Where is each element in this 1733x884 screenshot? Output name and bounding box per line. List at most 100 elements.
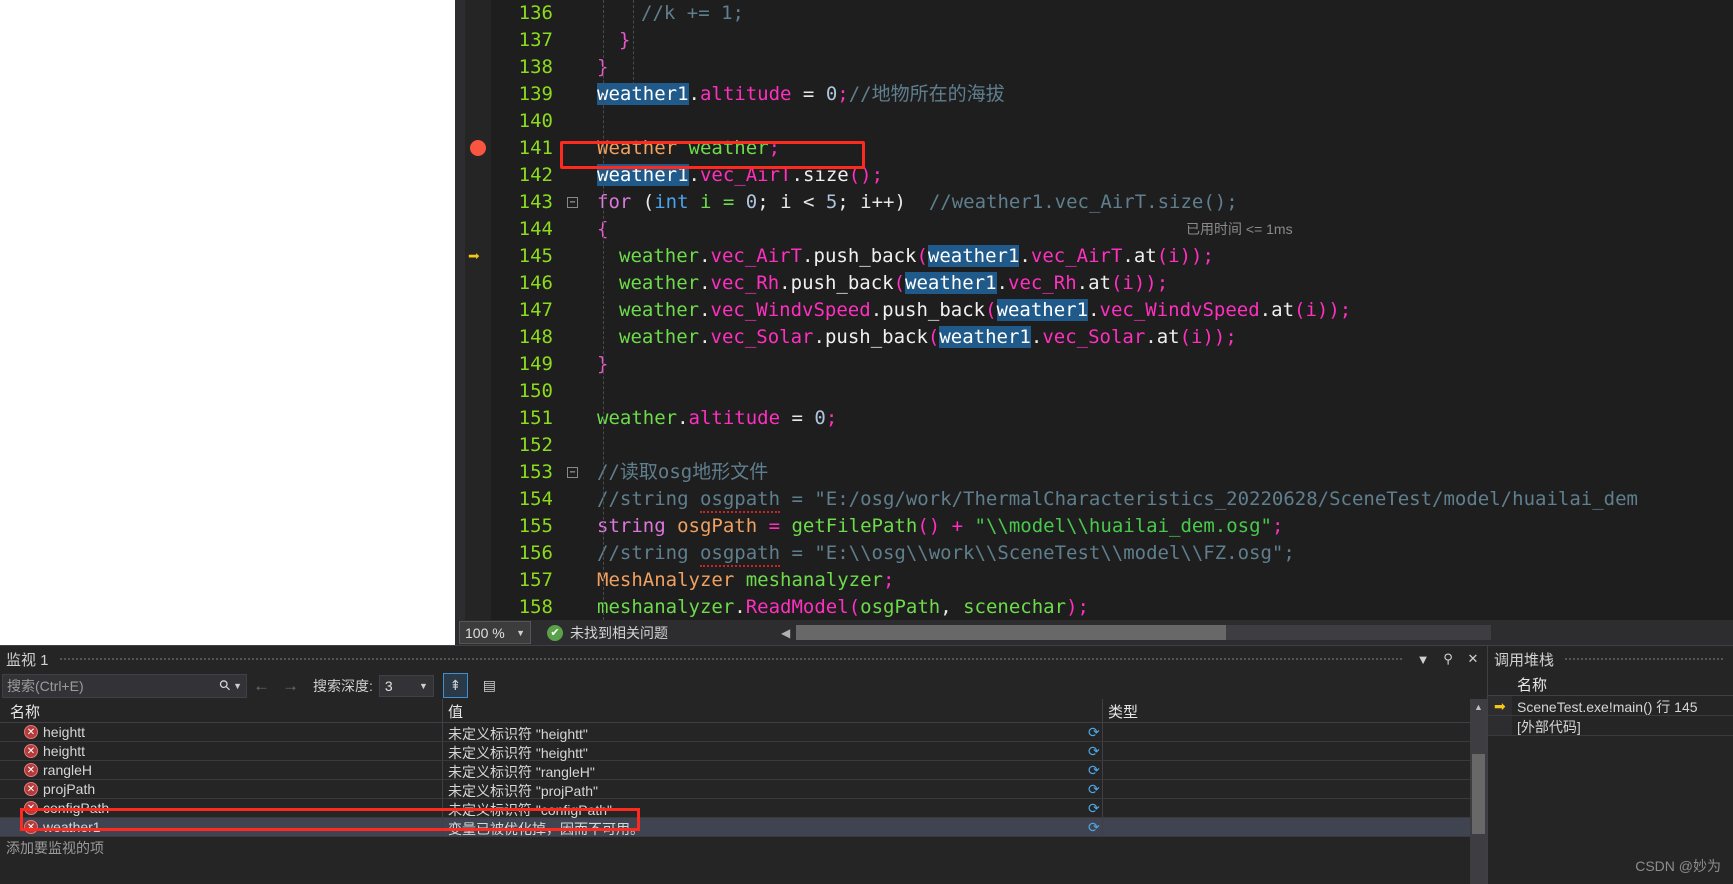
- vscroll-thumb[interactable]: [1472, 754, 1485, 834]
- filter-pin-icon[interactable]: ⇞: [442, 673, 468, 698]
- code-lines-container[interactable]: 136 //k += 1; 137} 138} 139 weather1.altitude…: [455, 0, 1733, 620]
- code-line[interactable]: 152: [455, 432, 1733, 459]
- refresh-icon[interactable]: ⟳: [1088, 724, 1100, 741]
- watch-row-value[interactable]: 未定义标识符 "heightt": [448, 724, 588, 744]
- code-line[interactable]: ➡ 145 weather.vec_AirT.push_back(weather1.…: [455, 243, 1733, 270]
- arrow-left-icon[interactable]: ←: [253, 676, 270, 696]
- zoom-level-dropdown[interactable]: 100 % ▼: [459, 621, 531, 644]
- code-line[interactable]: 150: [455, 378, 1733, 405]
- column-header-value[interactable]: 值: [448, 701, 463, 722]
- refresh-icon[interactable]: ⟳: [1088, 800, 1100, 817]
- watch-row-value[interactable]: 未定义标识符 "rangleH": [448, 762, 595, 782]
- hscroll-track[interactable]: [796, 625, 1491, 640]
- problems-status-text: 未找到相关问题: [570, 624, 668, 641]
- watch-row-value[interactable]: 变量已被优化掉，因而不可用。: [448, 819, 644, 839]
- refresh-icon[interactable]: ⟳: [1088, 819, 1100, 836]
- line-number: 136: [518, 2, 553, 24]
- editor-horizontal-scrollbar[interactable]: ◀: [781, 624, 1491, 641]
- chevron-down-icon[interactable]: ▼: [1412, 648, 1434, 670]
- code-line[interactable]: 146 weather.vec_Rh.push_back(weather1.vec…: [455, 270, 1733, 297]
- watch-rows-container[interactable]: ✕ heightt 未定义标识符 "heightt" ⟳ ✕ heightt 未定义标识符 …: [0, 723, 1487, 837]
- code-line[interactable]: 156 //string osgpath = "E:\\osg\\work\\Sc…: [455, 540, 1733, 567]
- watch-row-name: ✕ projPath: [24, 781, 95, 797]
- watch-row-value[interactable]: 未定义标识符 "heightt": [448, 743, 588, 763]
- code-line[interactable]: 147 weather.vec_WindvSpeed.push_back(weat…: [455, 297, 1733, 324]
- collapse-toggle-icon[interactable]: −: [567, 467, 578, 478]
- refresh-icon[interactable]: ⟳: [1088, 781, 1100, 798]
- code-line[interactable]: 136 //k += 1;: [455, 0, 1733, 27]
- line-code-text: weather.vec_AirT.push_back(weather1.vec_…: [619, 245, 1214, 267]
- watch-row[interactable]: ✕ rangleH 未定义标识符 "rangleH" ⟳: [0, 761, 1487, 780]
- code-line[interactable]: 148 weather.vec_Solar.push_back(weather1.…: [455, 324, 1733, 351]
- line-number: 150: [518, 380, 553, 402]
- line-code-text: //k += 1;: [641, 2, 744, 24]
- column-header-type[interactable]: 类型: [1108, 701, 1138, 722]
- line-number: 143: [518, 191, 553, 213]
- line-code-text: meshanalyzer.ReadModel(osgPath, scenecha…: [597, 596, 1089, 618]
- code-line[interactable]: 154 //string osgpath = "E:/osg/work/Therm…: [455, 486, 1733, 513]
- code-line[interactable]: 149}: [455, 351, 1733, 378]
- scroll-up-icon[interactable]: ▲: [1470, 699, 1487, 716]
- watch-row[interactable]: ✕ weather1 变量已被优化掉，因而不可用。 ⟳: [0, 818, 1487, 837]
- watch-panel-title-bar: 监视 1 ▼ ⚲ ✕: [0, 646, 1487, 672]
- chevron-down-icon[interactable]: ▼: [233, 681, 242, 691]
- close-icon[interactable]: ✕: [1462, 648, 1484, 670]
- refresh-icon[interactable]: ⟳: [1088, 762, 1100, 779]
- code-line[interactable]: 158 meshanalyzer.ReadModel(osgPath, scene…: [455, 594, 1733, 620]
- code-line[interactable]: − 153 //读取osg地形文件: [455, 459, 1733, 486]
- line-number: 142: [518, 164, 553, 186]
- line-number: 147: [518, 299, 553, 321]
- pin-icon[interactable]: ⚲: [1437, 648, 1459, 670]
- collapse-toggle-icon[interactable]: −: [567, 197, 578, 208]
- column-header-name[interactable]: 名称: [10, 701, 40, 722]
- code-line[interactable]: − 143 for (int i = 0; i < 5; i++) //weathe…: [455, 189, 1733, 216]
- scroll-left-icon[interactable]: ◀: [781, 626, 790, 640]
- refresh-icon[interactable]: ⟳: [1088, 743, 1100, 760]
- watch-row-value[interactable]: 未定义标识符 "configPath": [448, 800, 612, 820]
- line-number: 141: [518, 137, 553, 159]
- code-line[interactable]: 157 MeshAnalyzer meshanalyzer;: [455, 567, 1733, 594]
- code-line[interactable]: 142 weather1.vec_AirT.size();: [455, 162, 1733, 189]
- line-number: 151: [518, 407, 553, 429]
- watch-panel-title: 监视 1: [6, 651, 49, 669]
- search-input[interactable]: 搜索(Ctrl+E) ⚲ ▼: [2, 673, 247, 698]
- chevron-down-icon[interactable]: ▼: [419, 681, 428, 691]
- add-watch-row[interactable]: 添加要监视的项: [0, 837, 1487, 856]
- callstack-row[interactable]: ➡ SceneTest.exe!main() 行 145: [1488, 696, 1733, 716]
- column-header-name[interactable]: 名称: [1517, 674, 1547, 695]
- code-line[interactable]: 144{: [455, 216, 1733, 243]
- code-line[interactable]: 151 weather.altitude = 0;: [455, 405, 1733, 432]
- search-depth-stepper[interactable]: 3 ▼: [378, 674, 434, 697]
- watch-vertical-scrollbar[interactable]: ▲: [1470, 699, 1487, 884]
- line-number: 137: [518, 29, 553, 51]
- watch-row[interactable]: ✕ heightt 未定义标识符 "heightt" ⟳: [0, 723, 1487, 742]
- line-code-text: weather1.altitude = 0;//地物所在的海拔: [597, 83, 1005, 105]
- editor-status-bar: 100 % ▼ ✔ 未找到相关问题 ◀: [455, 620, 1733, 645]
- line-code-text: weather.vec_Solar.push_back(weather1.vec…: [619, 326, 1237, 348]
- breakpoint-icon[interactable]: [470, 140, 486, 156]
- callstack-frame-label: [外部代码]: [1517, 719, 1581, 735]
- watch-grid[interactable]: 名称 值 类型 ✕ heightt 未定义标识符 "heightt" ⟳ ✕ height…: [0, 699, 1487, 884]
- arrow-right-icon[interactable]: →: [282, 676, 299, 696]
- line-code-text: //string osgpath = "E:\\osg\\work\\Scene…: [597, 540, 1295, 567]
- code-line[interactable]: 140: [455, 108, 1733, 135]
- code-editor[interactable]: 136 //k += 1; 137} 138} 139 weather1.altitude…: [455, 0, 1733, 620]
- code-line[interactable]: 155 string osgPath = getFilePath() + "\\m…: [455, 513, 1733, 540]
- watch-row-value[interactable]: 未定义标识符 "projPath": [448, 781, 598, 801]
- error-icon: ✕: [24, 801, 38, 815]
- line-number: 157: [518, 569, 553, 591]
- code-line[interactable]: 141 Weather weather;: [455, 135, 1733, 162]
- code-line[interactable]: 137}: [455, 27, 1733, 54]
- callstack-rows-container[interactable]: ➡ SceneTest.exe!main() 行 145 [外部代码]: [1488, 696, 1733, 736]
- watermark-text: CSDN @妙为: [1635, 858, 1721, 874]
- watch-row[interactable]: ✕ heightt 未定义标识符 "heightt" ⟳: [0, 742, 1487, 761]
- code-line[interactable]: 139 weather1.altitude = 0;//地物所在的海拔: [455, 81, 1733, 108]
- callstack-row[interactable]: [外部代码]: [1488, 716, 1733, 736]
- watch-row[interactable]: ✕ configPath 未定义标识符 "configPath" ⟳: [0, 799, 1487, 818]
- callstack-title-bar: 调用堆栈: [1488, 646, 1733, 672]
- watch-row-name: ✕ rangleH: [24, 762, 92, 778]
- watch-row[interactable]: ✕ projPath 未定义标识符 "projPath" ⟳: [0, 780, 1487, 799]
- code-line[interactable]: 138}: [455, 54, 1733, 81]
- hex-display-icon[interactable]: ▤: [477, 673, 502, 698]
- hscroll-thumb[interactable]: [796, 625, 1227, 640]
